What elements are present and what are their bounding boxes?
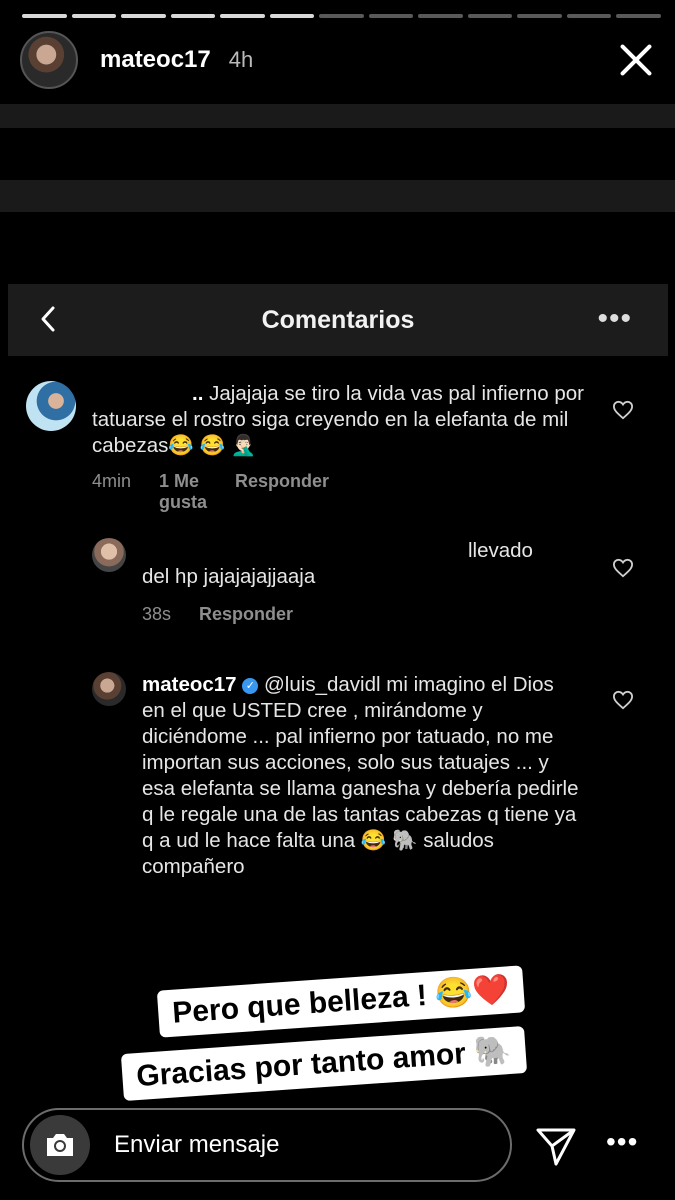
- camera-button[interactable]: [30, 1115, 90, 1175]
- comments-header: Comentarios •••: [8, 284, 668, 356]
- story-progress-bar: [22, 14, 661, 18]
- reply-button[interactable]: Responder: [235, 471, 329, 513]
- comments-title: Comentarios: [261, 305, 415, 334]
- progress-segment: [616, 14, 661, 18]
- progress-segment: [121, 14, 166, 18]
- progress-segment: [220, 14, 265, 18]
- story-header: mateoc17 4h: [20, 30, 657, 90]
- progress-segment: [517, 14, 562, 18]
- progress-segment: [170, 14, 216, 18]
- heart-icon[interactable]: [612, 690, 634, 710]
- blurred-band: [0, 180, 675, 212]
- progress-segment: [269, 14, 315, 18]
- more-options-icon: •••: [597, 302, 632, 335]
- story-username[interactable]: mateoc17: [100, 46, 211, 74]
- comment-text: del hp jajajajajjaaja: [142, 565, 316, 588]
- commenter-name[interactable]: mateoc17: [142, 673, 237, 696]
- comment-time: 4min: [92, 471, 132, 491]
- more-options-icon[interactable]: •••: [606, 1126, 638, 1158]
- progress-segment: [467, 14, 513, 18]
- comment-text-fragment: llevado: [468, 539, 533, 562]
- progress-segment: [319, 14, 364, 18]
- progress-segment: [566, 14, 612, 18]
- message-composer: [22, 1108, 512, 1182]
- progress-segment: [368, 14, 414, 18]
- heart-icon[interactable]: [612, 400, 634, 420]
- comment-likes[interactable]: 1 Me gusta: [159, 471, 207, 513]
- close-icon[interactable]: [615, 39, 657, 81]
- mention-link[interactable]: @luis_davidl: [264, 673, 381, 696]
- commenter-name: ..: [192, 382, 204, 405]
- heart-icon[interactable]: [612, 558, 634, 578]
- progress-segment: [418, 14, 463, 18]
- text-sticker: Pero que belleza ! 😂❤️: [156, 965, 526, 1038]
- send-icon[interactable]: [534, 1124, 578, 1168]
- commenter-avatar: [26, 381, 76, 431]
- text-sticker: Gracias por tanto amor 🐘: [120, 1025, 527, 1102]
- progress-segment: [22, 14, 67, 18]
- comment-text: mi imagino el Dios en el que USTED cree …: [142, 673, 579, 878]
- progress-segment: [71, 14, 117, 18]
- message-input[interactable]: [114, 1131, 464, 1159]
- blurred-band: [0, 104, 675, 128]
- back-chevron-icon: [41, 306, 55, 332]
- camera-icon: [47, 1134, 73, 1156]
- comment-time: 38s: [142, 604, 172, 624]
- comment-text: Jajajaja se tiro la vida vas pal infiern…: [92, 382, 585, 457]
- commenter-avatar: [92, 672, 126, 706]
- reply-button[interactable]: Responder: [199, 604, 293, 625]
- user-avatar[interactable]: [20, 31, 78, 89]
- story-timestamp: 4h: [228, 47, 254, 72]
- commenter-avatar: [92, 538, 126, 572]
- verified-badge-icon: ✓: [242, 678, 259, 694]
